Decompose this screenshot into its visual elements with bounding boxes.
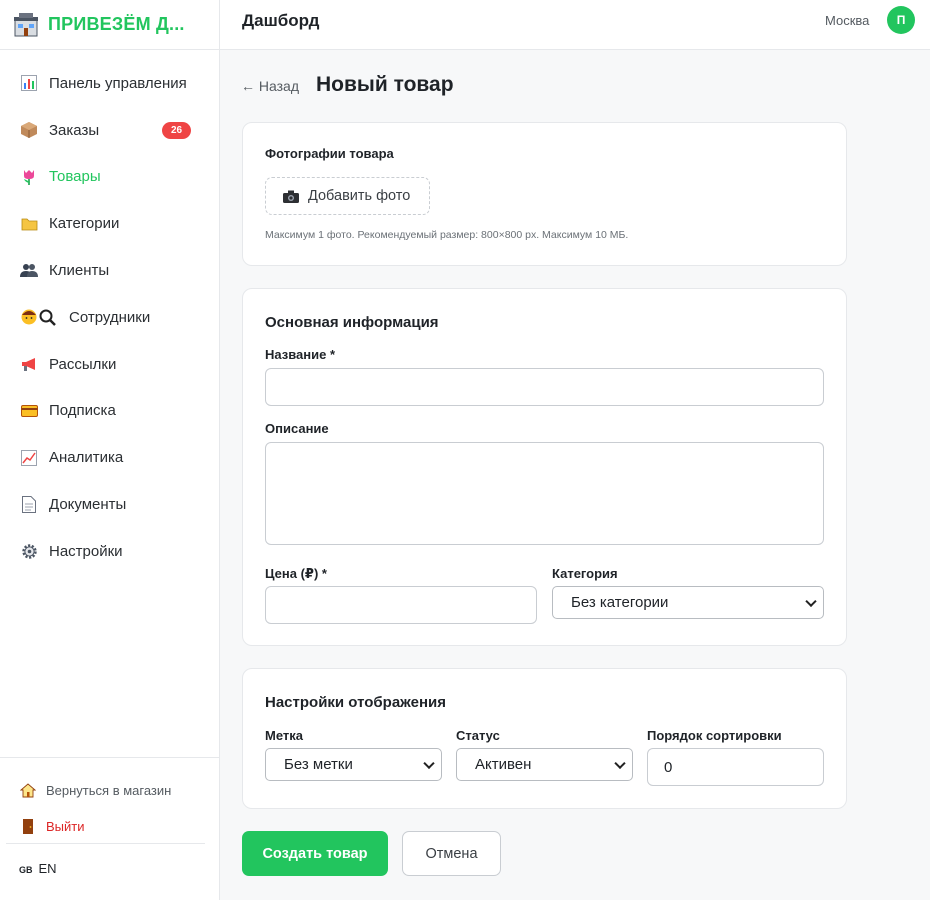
sidebar-item-label: Подписка — [49, 402, 116, 420]
photos-label: Фотографии товара — [265, 146, 394, 161]
sidebar-item-mailings[interactable]: Рассылки — [0, 341, 219, 388]
sidebar-nav: Панель управления Заказы 26 Товары Катег… — [0, 60, 219, 575]
name-label: Название * — [265, 347, 336, 362]
topbar: Дашборд Москва П — [220, 0, 930, 50]
sidebar-item-label: Документы — [49, 496, 127, 514]
orders-count-badge: 26 — [162, 121, 191, 139]
add-photo-label: Добавить фото — [308, 188, 411, 204]
status-select[interactable]: Активен — [456, 748, 633, 781]
sort-order-label: Порядок сортировки — [647, 728, 782, 743]
chevron-down-icon — [423, 757, 435, 769]
topbar-title: Дашборд — [242, 11, 320, 30]
tag-label: Метка — [265, 728, 303, 743]
description-textarea[interactable] — [265, 442, 824, 545]
city-selector[interactable]: Москва — [825, 13, 869, 28]
sidebar-item-products[interactable]: Товары — [0, 154, 219, 201]
sidebar-item-label: Категории — [49, 215, 120, 233]
sidebar-item-settings[interactable]: Настройки — [0, 528, 219, 575]
tulip-icon — [20, 168, 38, 186]
camera-icon — [283, 190, 299, 203]
logout-label: Выйти — [46, 818, 85, 834]
status-label: Статус — [456, 728, 500, 743]
display-settings-title: Настройки отображения — [265, 694, 446, 711]
door-icon — [19, 817, 37, 835]
tag-value: Без метки — [284, 756, 353, 773]
store-icon — [13, 12, 39, 38]
sidebar-footer: Вернуться в магазин Выйти — [0, 757, 219, 844]
sidebar-item-dashboard[interactable]: Панель управления — [0, 60, 219, 107]
logout-link[interactable]: Выйти — [0, 808, 219, 844]
document-icon — [20, 496, 38, 514]
back-link[interactable]: ← Назад — [241, 78, 299, 94]
package-icon — [20, 121, 38, 139]
folder-icon — [20, 215, 38, 233]
photos-hint: Максимум 1 фото. Рекомендуемый размер: 8… — [265, 229, 629, 241]
display-settings-card: Настройки отображения Метка Без метки Ст… — [242, 668, 847, 809]
credit-card-icon — [20, 402, 38, 420]
sidebar-item-orders[interactable]: Заказы 26 — [0, 107, 219, 154]
brand[interactable]: ПРИВЕЗЁМ Д... — [0, 0, 219, 50]
sidebar-item-label: Рассылки — [49, 355, 117, 373]
sidebar: ПРИВЕЗЁМ Д... Панель управления Заказы 2… — [0, 0, 220, 900]
cancel-button[interactable]: Отмена — [402, 831, 501, 876]
megaphone-icon — [20, 355, 38, 373]
gear-icon — [20, 542, 38, 560]
bar-chart-icon — [20, 74, 38, 92]
back-to-store-link[interactable]: Вернуться в магазин — [0, 772, 219, 808]
sidebar-item-label: Сотрудники — [69, 308, 151, 326]
sidebar-item-label: Аналитика — [49, 449, 124, 467]
chevron-down-icon — [614, 757, 626, 769]
flag-gb-icon: GB — [19, 865, 33, 875]
basic-info-title: Основная информация — [265, 314, 439, 331]
price-label: Цена (₽) * — [265, 566, 327, 581]
sidebar-item-label: Заказы — [49, 121, 100, 139]
sidebar-item-categories[interactable]: Категории — [0, 200, 219, 247]
category-select[interactable]: Без категории — [552, 586, 824, 619]
chevron-down-icon — [805, 595, 817, 607]
sidebar-item-label: Клиенты — [49, 262, 110, 280]
name-input[interactable] — [265, 368, 824, 406]
sidebar-item-staff[interactable]: Сотрудники — [0, 294, 219, 341]
sidebar-item-label: Панель управления — [49, 74, 187, 92]
sidebar-item-analytics[interactable]: Аналитика — [0, 434, 219, 481]
sort-order-input[interactable] — [647, 748, 824, 786]
sidebar-item-documents[interactable]: Документы — [0, 481, 219, 528]
language-switcher[interactable]: GB EN — [19, 861, 57, 876]
users-icon — [20, 262, 38, 280]
staff-icon — [20, 308, 58, 327]
category-label: Категория — [552, 566, 618, 581]
description-label: Описание — [265, 421, 329, 436]
brand-name: ПРИВЕЗЁМ Д... — [48, 14, 185, 34]
line-chart-icon — [20, 449, 38, 467]
language-label: EN — [38, 861, 57, 876]
back-to-store-label: Вернуться в магазин — [46, 782, 172, 798]
language-divider — [6, 843, 205, 844]
avatar[interactable]: П — [887, 6, 915, 34]
house-icon — [19, 781, 37, 799]
sidebar-item-clients[interactable]: Клиенты — [0, 247, 219, 294]
page-title: Новый товар — [316, 73, 454, 96]
sidebar-item-label: Настройки — [49, 542, 123, 560]
sidebar-item-label: Товары — [49, 168, 101, 186]
create-product-button[interactable]: Создать товар — [242, 831, 388, 876]
price-input[interactable] — [265, 586, 537, 624]
status-value: Активен — [475, 756, 532, 773]
sidebar-item-subscription[interactable]: Подписка — [0, 388, 219, 435]
category-value: Без категории — [571, 594, 669, 611]
photos-card: Фотографии товара Добавить фото Максимум… — [242, 122, 847, 266]
basic-info-card: Основная информация Название * Описание … — [242, 288, 847, 646]
add-photo-button[interactable]: Добавить фото — [265, 177, 430, 215]
tag-select[interactable]: Без метки — [265, 748, 442, 781]
